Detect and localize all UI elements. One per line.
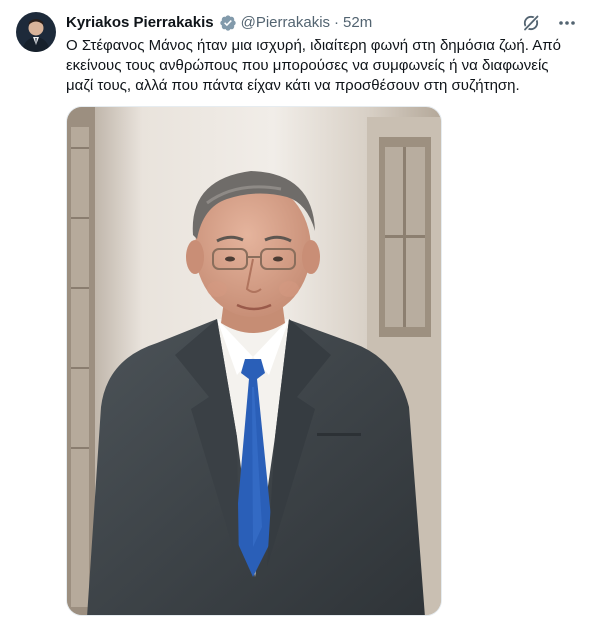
- portrait-photo: [67, 107, 441, 615]
- tweet-text-line: μαζί τους, αλλά που πάντα είχαν κάτι να …: [66, 77, 520, 94]
- tweet-text-line: Ο Στέφανος Μάνος ήταν μια ισχυρή, ιδιαίτ…: [66, 37, 561, 54]
- header-actions: [520, 12, 578, 34]
- avatar[interactable]: [16, 12, 56, 52]
- timestamp[interactable]: 52m: [343, 13, 372, 33]
- tweet-card: Kyriakos Pierrakakis @Pierrakakis · 52m: [0, 0, 592, 621]
- grok-slash-icon[interactable]: [520, 12, 542, 34]
- display-name[interactable]: Kyriakos Pierrakakis: [66, 13, 214, 33]
- author-handle[interactable]: @Pierrakakis: [241, 13, 330, 33]
- tweet-header: Kyriakos Pierrakakis @Pierrakakis · 52m: [66, 13, 532, 33]
- tweet-photo[interactable]: [66, 106, 442, 616]
- verified-badge-icon: [219, 14, 237, 32]
- avatar-image: [16, 12, 56, 52]
- tweet-text-line: εκείνους τους ανθρώπους που μπορούσες να…: [66, 57, 549, 74]
- more-dots-icon[interactable]: [556, 12, 578, 34]
- separator-dot: ·: [334, 14, 340, 31]
- tweet-text: Ο Στέφανος Μάνος ήταν μια ισχυρή, ιδιαίτ…: [66, 36, 578, 96]
